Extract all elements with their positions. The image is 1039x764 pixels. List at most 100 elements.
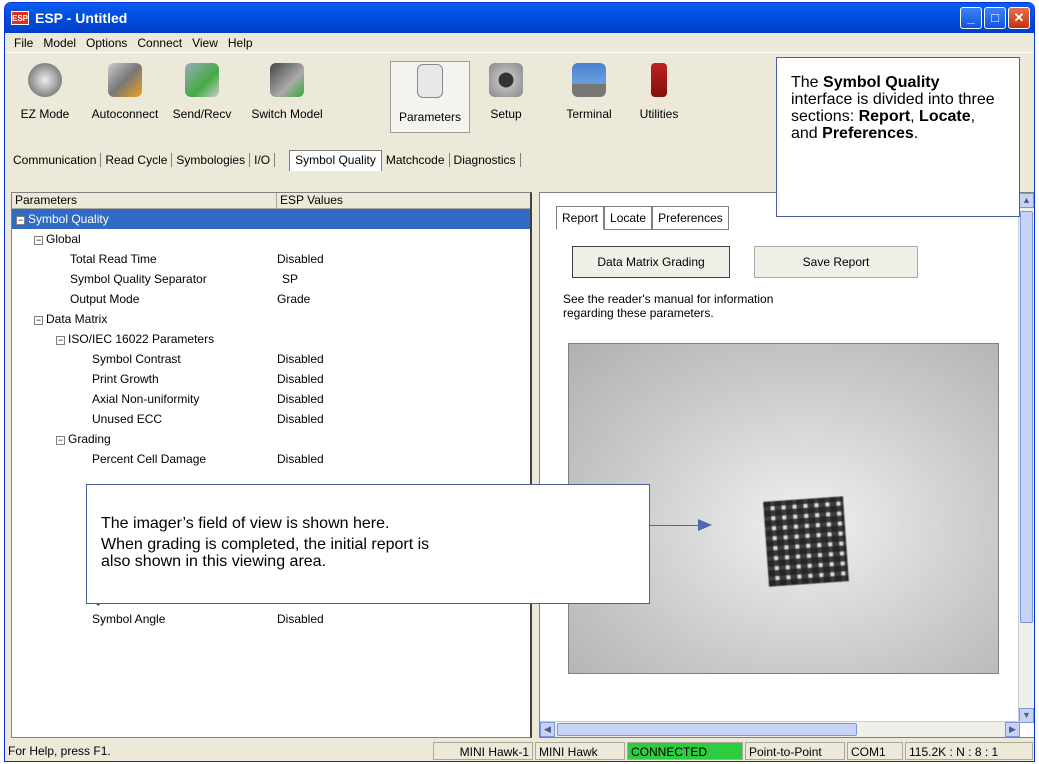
save-report-button[interactable]: Save Report — [754, 246, 918, 278]
status-settings: 115.2K : N : 8 : 1 — [905, 742, 1033, 760]
tree-row-unused-ecc[interactable]: Unused ECC Disabled — [12, 409, 530, 429]
setup-button[interactable]: Setup — [466, 63, 546, 121]
maximize-button[interactable]: □ — [984, 7, 1006, 29]
callout-arrow-icon — [650, 519, 712, 531]
autoconnect-button[interactable]: Autoconnect — [85, 63, 165, 121]
switch-model-icon — [270, 63, 304, 97]
tree-row-axial-nonuniformity[interactable]: Axial Non-uniformity Disabled — [12, 389, 530, 409]
terminal-button[interactable]: Terminal — [549, 63, 629, 121]
hscroll-thumb[interactable] — [557, 723, 857, 736]
status-model-1: MINI Hawk-1 — [433, 742, 533, 760]
window-title: ESP - Untitled — [35, 10, 128, 26]
menu-view[interactable]: View — [187, 36, 223, 50]
collapse-icon[interactable]: − — [16, 216, 25, 225]
scroll-right-icon[interactable]: ▶ — [1005, 722, 1020, 737]
status-bar: For Help, press F1. MINI Hawk-1 MINI Haw… — [5, 740, 1034, 761]
ez-mode-label: EZ Mode — [20, 107, 70, 121]
setup-label: Setup — [490, 107, 522, 121]
vertical-scrollbar[interactable]: ▲ ▼ — [1018, 193, 1034, 723]
collapse-icon[interactable]: − — [34, 236, 43, 245]
autoconnect-icon — [108, 63, 142, 97]
tree-row-percent-cell-damage[interactable]: Percent Cell Damage Disabled — [12, 449, 530, 469]
tree-row-separator[interactable]: Symbol Quality Separator SP — [12, 269, 530, 289]
utilities-icon — [651, 63, 667, 97]
tree-row-grading[interactable]: − Grading — [12, 429, 530, 449]
title-bar[interactable]: ESP ESP - Untitled _ □ ✕ — [5, 3, 1034, 33]
data-matrix-symbol-image — [763, 496, 849, 587]
symbol-quality-panel: Report Locate Preferences Data Matrix Gr… — [539, 192, 1034, 738]
callout-bold: Symbol Quality — [823, 74, 940, 91]
autoconnect-label: Autoconnect — [91, 107, 159, 121]
tree-row-total-read-time[interactable]: Total Read Time Disabled — [12, 249, 530, 269]
tab-diagnostics[interactable]: Diagnostics — [450, 153, 521, 167]
switch-model-button[interactable]: Switch Model — [247, 63, 327, 121]
scroll-up-icon[interactable]: ▲ — [1019, 193, 1034, 208]
data-matrix-grading-button[interactable]: Data Matrix Grading — [572, 246, 730, 278]
tree-row-symbol-angle[interactable]: Symbol Angle Disabled — [12, 609, 530, 629]
tree-label: ISO/IEC 16022 Parameters — [68, 332, 215, 346]
tree-label: Global — [46, 232, 81, 246]
tree-row-iso-parameters[interactable]: − ISO/IEC 16022 Parameters — [12, 329, 530, 349]
collapse-icon[interactable]: − — [56, 436, 65, 445]
tree-row-global[interactable]: − Global — [12, 229, 530, 249]
scroll-thumb[interactable] — [1020, 211, 1033, 623]
tree-row-data-matrix[interactable]: − Data Matrix — [12, 309, 530, 329]
ez-mode-icon — [28, 63, 62, 97]
send-recv-button[interactable]: Send/Recv — [162, 63, 242, 121]
terminal-icon — [572, 63, 606, 97]
tree-label: Data Matrix — [46, 312, 108, 326]
tab-symbol-quality[interactable]: Symbol Quality — [289, 149, 382, 171]
menu-help[interactable]: Help — [223, 36, 258, 50]
status-model-2: MINI Hawk — [535, 742, 625, 760]
tree-value: Disabled — [277, 352, 324, 366]
send-recv-icon — [185, 63, 219, 97]
scroll-left-icon[interactable]: ◀ — [540, 722, 555, 737]
tree-label: Total Read Time — [70, 252, 157, 266]
collapse-icon[interactable]: − — [56, 336, 65, 345]
collapse-icon[interactable]: − — [34, 316, 43, 325]
tree-row-print-growth[interactable]: Print Growth Disabled — [12, 369, 530, 389]
horizontal-scrollbar[interactable]: ◀ ▶ — [540, 721, 1020, 737]
parameter-tree-pane: Parameters ESP Values − Symbol Quality − G… — [11, 192, 532, 738]
parameter-tabs: Communication Read Cycle Symbologies I/O… — [9, 149, 521, 171]
tree-value: Disabled — [277, 392, 324, 406]
callout-symbol-quality: The Symbol Quality interface is divided … — [776, 57, 1020, 217]
menu-file[interactable]: File — [9, 36, 38, 50]
tree-value: Disabled — [277, 452, 324, 466]
menu-connect[interactable]: Connect — [132, 36, 187, 50]
ez-mode-button[interactable]: EZ Mode — [5, 63, 85, 121]
tree-label: Unused ECC — [92, 412, 163, 426]
parameters-button[interactable]: Parameters — [390, 61, 470, 133]
tab-io[interactable]: I/O — [250, 153, 276, 167]
header-esp-values[interactable]: ESP Values — [277, 193, 343, 208]
scroll-down-icon[interactable]: ▼ — [1019, 708, 1034, 723]
tree-row-symbol-contrast[interactable]: Symbol Contrast Disabled — [12, 349, 530, 369]
tree-row-output-mode[interactable]: Output Mode Grade — [12, 289, 530, 309]
tree-label: Percent Cell Damage — [92, 452, 207, 466]
tree-value: Disabled — [277, 612, 324, 626]
status-help: For Help, press F1. — [8, 744, 111, 758]
esp-app-icon: ESP — [11, 11, 29, 25]
header-parameters[interactable]: Parameters — [12, 193, 277, 208]
tab-report[interactable]: Report — [556, 206, 605, 230]
callout-bold: Report — [858, 108, 911, 125]
utilities-label: Utilities — [639, 107, 679, 121]
tab-symbologies[interactable]: Symbologies — [172, 153, 251, 167]
tab-matchcode[interactable]: Matchcode — [382, 153, 450, 167]
tree-label: Print Growth — [92, 372, 159, 386]
tab-preferences[interactable]: Preferences — [652, 206, 729, 230]
menu-model[interactable]: Model — [38, 36, 81, 50]
menu-options[interactable]: Options — [81, 36, 132, 50]
tab-communication[interactable]: Communication — [9, 153, 102, 167]
tree-label: Symbol Quality — [28, 212, 109, 226]
info-text: See the reader's manual for information … — [563, 292, 773, 320]
parameters-label: Parameters — [398, 110, 462, 124]
tree-value: Disabled — [277, 372, 324, 386]
utilities-button[interactable]: Utilities — [619, 63, 699, 121]
tab-locate[interactable]: Locate — [604, 206, 653, 230]
tab-read-cycle[interactable]: Read Cycle — [101, 153, 173, 167]
status-port: COM1 — [847, 742, 903, 760]
tree-row-symbol-quality[interactable]: − Symbol Quality — [12, 209, 530, 229]
close-button[interactable]: ✕ — [1008, 7, 1030, 29]
minimize-button[interactable]: _ — [960, 7, 982, 29]
